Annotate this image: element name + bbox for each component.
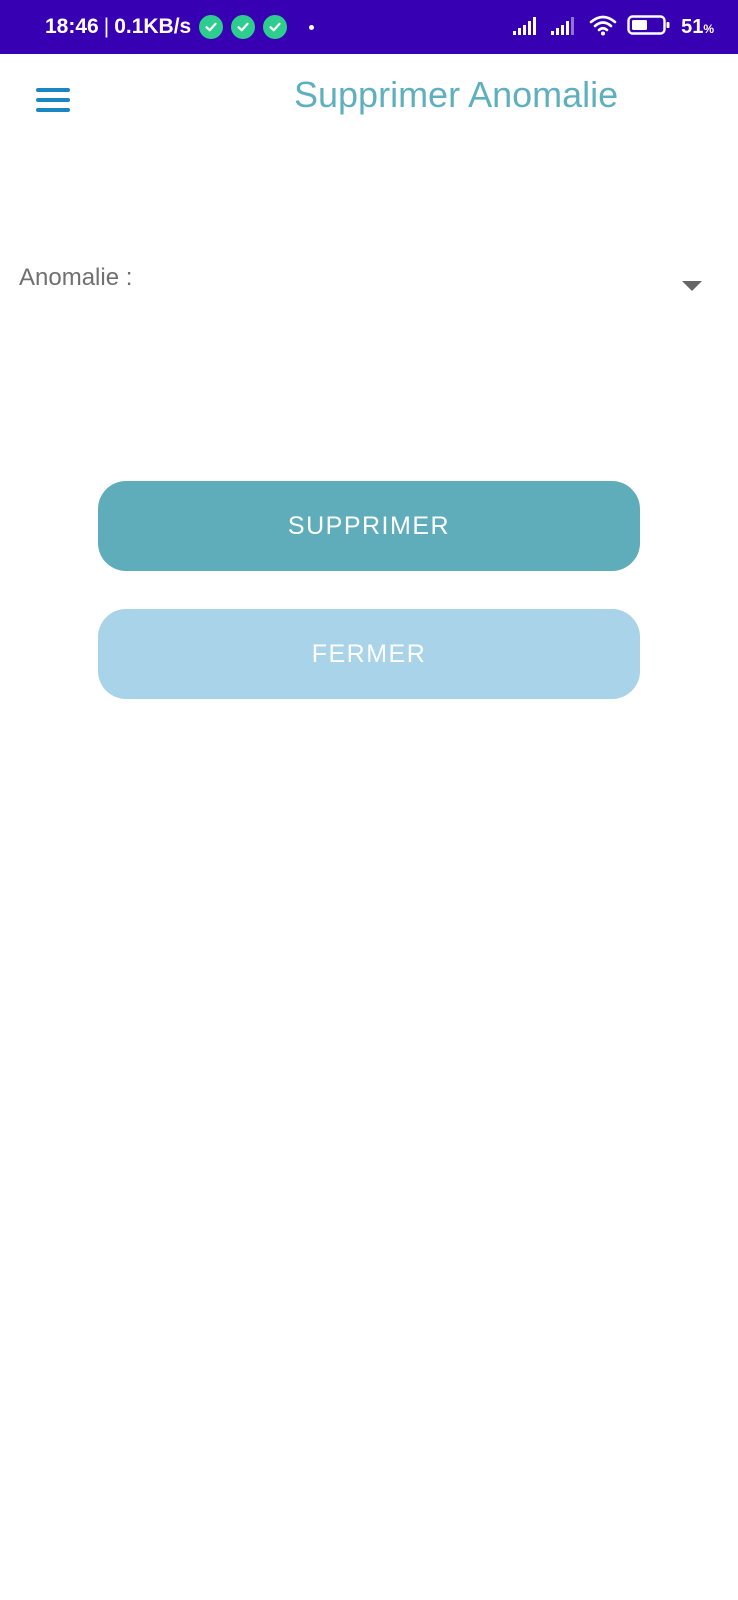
close-button[interactable]: FERMER xyxy=(98,609,640,699)
signal-icon xyxy=(513,15,541,40)
check-circle-icon xyxy=(199,15,224,39)
dropdown-arrow-icon xyxy=(682,281,702,291)
anomalie-field: Anomalie : xyxy=(0,252,738,314)
network-speed: 0.1KB/s xyxy=(114,15,192,38)
battery-icon xyxy=(627,14,671,41)
battery-level: 51% xyxy=(681,16,714,39)
status-time: 18:46 xyxy=(45,15,99,38)
wifi-icon xyxy=(589,14,617,41)
battery-percentage: 51 xyxy=(681,15,704,38)
battery-unit: % xyxy=(703,21,714,36)
status-separator: | xyxy=(103,15,110,38)
signal-icon xyxy=(551,15,579,40)
app-bar: Supprimer Anomalie xyxy=(0,54,738,142)
status-right: 51% xyxy=(513,0,714,54)
anomalie-dropdown[interactable] xyxy=(160,252,720,314)
status-left: 18:46 | 0.1KB/s xyxy=(45,0,315,54)
hamburger-menu-icon[interactable] xyxy=(36,88,70,112)
status-bar: 18:46 | 0.1KB/s 51% xyxy=(0,0,738,54)
delete-button[interactable]: SUPPRIMER xyxy=(98,481,640,571)
anomalie-label: Anomalie : xyxy=(19,264,133,291)
check-circle-icon xyxy=(231,15,256,39)
check-circle-icon xyxy=(263,15,288,39)
dot-icon xyxy=(309,24,315,30)
page-title: Supprimer Anomalie xyxy=(294,74,619,115)
